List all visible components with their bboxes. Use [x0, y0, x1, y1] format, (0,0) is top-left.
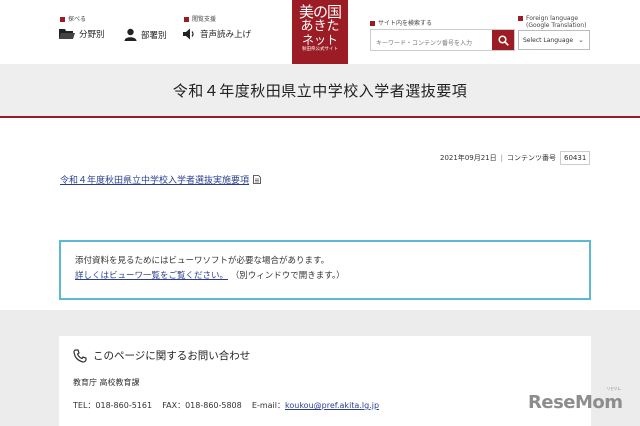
- contact-details: TEL：018-860-5161 FAX：018-860-5808 E-mail…: [73, 400, 591, 411]
- chevron-down-icon: ⌄: [578, 36, 584, 44]
- access-support-label: 閲覧支援: [184, 14, 216, 23]
- square-icon: [60, 17, 65, 22]
- viewer-notice-box: 添付資料を見るためにはビューワソフトが必要な場合があります。 詳しくはビューワ一…: [59, 240, 591, 300]
- content-number-label: コンテンツ番号: [507, 154, 556, 162]
- search-icon: [497, 34, 509, 46]
- contact-tel: TEL：018-860-5161: [73, 401, 153, 410]
- square-icon: [518, 16, 523, 21]
- search-label: サイト内を検索する: [370, 18, 432, 27]
- document-link[interactable]: 令和４年度秋田県立中学校入学者選抜実施要項: [60, 173, 261, 186]
- new-window-note: （別ウィンドウで開きます。）: [230, 271, 345, 281]
- viewer-notice-text: 添付資料を見るためにはビューワソフトが必要な場合があります。: [75, 256, 330, 266]
- read-aloud-button[interactable]: 音声読み上げ: [183, 28, 251, 40]
- page-meta: 2021年09月21日 | コンテンツ番号 60431: [440, 151, 591, 165]
- browse-by-field-button[interactable]: 分野別: [59, 28, 105, 40]
- person-icon: [124, 28, 137, 41]
- browse-group-label: 探べる: [60, 14, 86, 23]
- folder-icon: [59, 29, 75, 39]
- meta-separator: |: [500, 154, 503, 162]
- square-icon: [370, 21, 375, 26]
- search-button[interactable]: [492, 30, 514, 50]
- contact-box: このページに関するお問い合わせ 教育庁 高校教育課 TEL：018-860-51…: [59, 336, 591, 426]
- search-input[interactable]: [371, 33, 491, 54]
- contact-email-label: E-mail：: [251, 401, 286, 410]
- speaker-icon: [183, 28, 194, 40]
- browse-by-department-button[interactable]: 部署別: [124, 28, 167, 41]
- contact-email-link[interactable]: koukou@pref.akita.lg.jp: [285, 401, 379, 410]
- viewer-list-link[interactable]: 詳しくはビューワ一覧をご覧ください。: [75, 271, 228, 281]
- page-title: 令和４年度秋田県立中学校入学者選抜要項: [172, 82, 468, 100]
- language-label: Foreign language (Google Translation): [518, 15, 586, 29]
- contact-heading: このページに関するお問い合わせ: [73, 348, 591, 363]
- language-select[interactable]: Select Language ⌄: [518, 30, 590, 50]
- content-number: 60431: [560, 151, 591, 165]
- contact-department: 教育庁 高校教育課: [73, 378, 140, 387]
- contact-fax: FAX：018-860-5808: [162, 401, 242, 410]
- page-title-band: 令和４年度秋田県立中学校入学者選抜要項: [0, 64, 640, 118]
- phone-icon: [73, 348, 87, 363]
- resemom-watermark: ReseMom リセマム: [528, 386, 623, 413]
- document-icon: [253, 175, 261, 184]
- site-header: 探べる 分野別 部署別 閲覧支援 音声読み上げ 美の国 あきた ネット 秋田県公…: [0, 0, 640, 64]
- update-date: 2021年09月21日: [440, 154, 497, 162]
- site-logo[interactable]: 美の国 あきた ネット 秋田県公式サイト: [292, 0, 348, 64]
- site-search: [370, 29, 515, 54]
- square-icon: [184, 17, 189, 22]
